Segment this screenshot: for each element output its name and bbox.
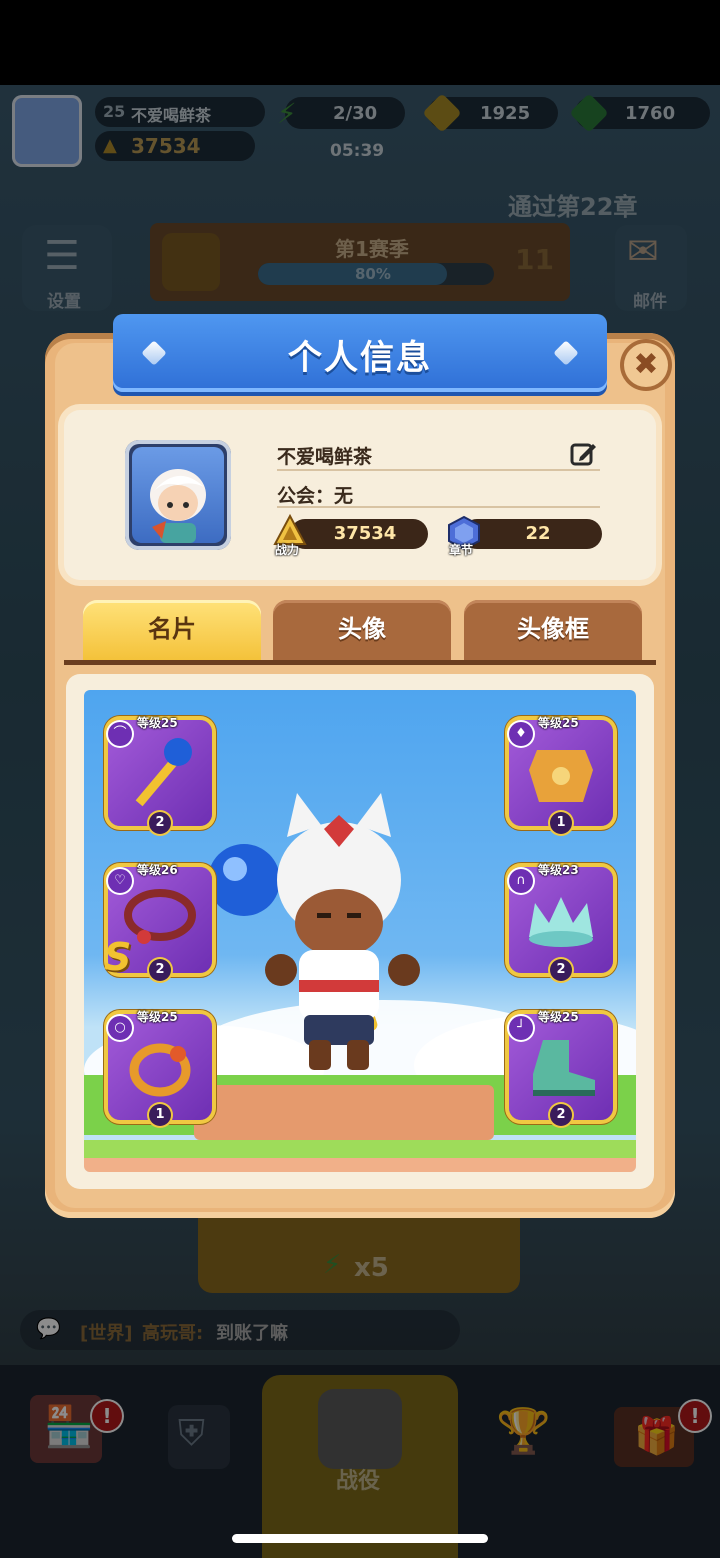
modal-title: 个人信息: [288, 338, 432, 378]
home-indicator[interactable]: [232, 1534, 488, 1543]
slot-count-armor: 1: [550, 812, 572, 834]
slot-level-armor: 等级25: [538, 716, 579, 730]
chapter-stat: 22: [462, 519, 602, 549]
close-button[interactable]: ✖: [620, 339, 672, 391]
close-icon: ✖: [633, 347, 659, 382]
guild-text: 公会：无: [277, 485, 354, 507]
slot-level-necklace: 等级26: [137, 863, 178, 877]
chapter-stat-value: 22: [525, 523, 551, 544]
tab-card[interactable]: 名片: [83, 600, 261, 660]
slot-count-weapon: 2: [149, 812, 171, 834]
slot-count-ring: 1: [149, 1104, 171, 1126]
hero-character: [208, 793, 420, 1070]
slot-count-helmet: 2: [550, 959, 572, 981]
profile-name: 不爱喝鲜茶: [277, 446, 373, 468]
power-stat-value: 37534: [333, 523, 397, 544]
tab-divider: [64, 660, 656, 665]
chapter-label: 章节: [449, 543, 474, 557]
guild-underline: [277, 506, 600, 508]
tab-avatar[interactable]: 头像: [273, 600, 451, 660]
helmet-type-icon: ∩: [509, 869, 533, 893]
ring-type-icon: ○: [108, 1016, 132, 1040]
boots-type-icon: ┘: [509, 1016, 533, 1040]
edit-icon: [570, 443, 596, 466]
avatar[interactable]: [125, 440, 231, 550]
name-underline: [277, 469, 600, 471]
slot-count-necklace: 2: [149, 959, 171, 981]
slot-level-weapon: 等级25: [137, 716, 178, 730]
edit-name-button[interactable]: [569, 440, 599, 470]
weapon-type-icon: ⌒: [108, 722, 132, 746]
avatar-image: [132, 447, 224, 543]
slot-count-boots: 2: [550, 1104, 572, 1126]
slot-level-ring: 等级25: [137, 1010, 178, 1024]
tab-avatar-frame[interactable]: 头像框: [464, 600, 642, 660]
grade-s-badge: S: [104, 935, 132, 979]
slot-level-boots: 等级25: [538, 1010, 579, 1024]
armor-type-icon: ♦: [509, 722, 533, 746]
power-label: 战力: [275, 543, 300, 557]
power-stat: 37534: [290, 519, 428, 549]
slot-level-helmet: 等级23: [538, 863, 579, 877]
character-stage: S: [84, 690, 636, 1172]
necklace-type-icon: ♡: [108, 869, 132, 893]
modal-title-banner: 个人信息: [113, 314, 607, 392]
